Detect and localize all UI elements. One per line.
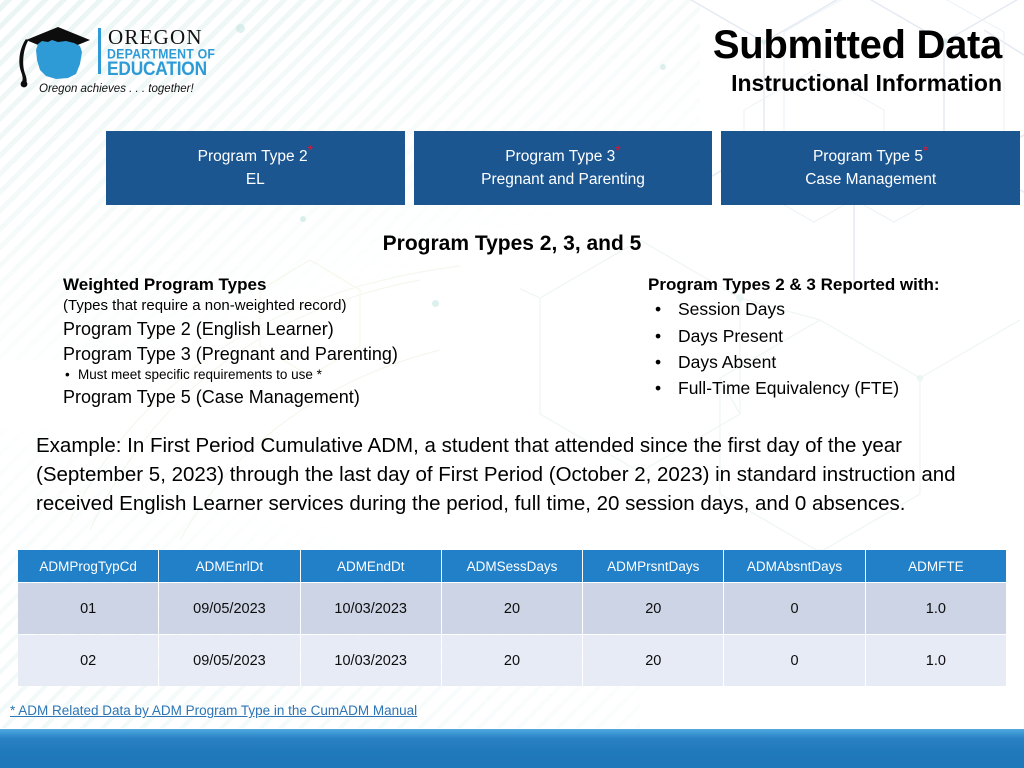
program-type-2-card-detail: EL <box>245 170 265 188</box>
table-cell: 10/03/2023 <box>300 583 441 634</box>
program-type-3-line: Program Type 3 (Pregnant and Parenting) <box>63 343 398 364</box>
cumadm-manual-link[interactable]: * ADM Related Data by ADM Program Type i… <box>10 703 417 718</box>
table-cell: 09/05/2023 <box>159 583 300 634</box>
program-type-3-card-label: Program Type 3 <box>505 148 616 165</box>
logo-divider <box>98 28 101 74</box>
column-header-admenrldt: ADMEnrlDt <box>159 550 300 582</box>
column-header-admfte: ADMFTE <box>865 550 1006 582</box>
program-type-3-requirement-note: Must meet specific requirements to use * <box>63 366 633 384</box>
page-title: Submitted Data <box>712 23 1002 67</box>
asterisk-marker: * <box>615 141 621 158</box>
program-type-3-card[interactable]: Program Type 3* Pregnant and Parenting <box>413 131 713 205</box>
table-row: 01 09/05/2023 10/03/2023 20 20 0 1.0 <box>18 583 1006 634</box>
reported-with-column: Program Types 2 & 3 Reported with: Sessi… <box>648 274 1024 402</box>
reported-with-item: Days Present <box>648 323 1024 350</box>
program-type-3-card-detail: Pregnant and Parenting <box>481 170 645 188</box>
table-cell: 10/03/2023 <box>300 635 441 686</box>
table-cell: 1.0 <box>865 583 1006 634</box>
table-cell: 20 <box>441 635 583 686</box>
column-header-admprsntdays: ADMPrsntDays <box>583 550 724 582</box>
column-header-admenddt: ADMEndDt <box>300 550 441 582</box>
title-block: Submitted Data Instructional Information <box>713 24 1002 98</box>
table-row: 02 09/05/2023 10/03/2023 20 20 0 1.0 <box>18 635 1006 686</box>
table-cell: 0 <box>724 635 865 686</box>
oregon-department-of-education-logo: OREGON DEPARTMENT OF EDUCATION Oregon ac… <box>19 25 215 95</box>
table-cell: 20 <box>583 635 724 686</box>
program-type-card-row: Program Type 2* EL Program Type 3* Pregn… <box>106 131 1021 205</box>
table-cell: 0 <box>724 583 865 634</box>
program-type-5-card-label: Program Type 5 <box>812 148 923 165</box>
reported-with-heading: Program Types 2 & 3 Reported with: <box>648 275 940 294</box>
table-cell: 02 <box>18 635 159 686</box>
logo-tagline: Oregon achieves . . . together! <box>39 83 195 95</box>
example-paragraph: Example: In First Period Cumulative ADM,… <box>36 434 956 516</box>
table-cell: 09/05/2023 <box>159 635 300 686</box>
program-type-3-card-title: Program Type 3* <box>505 143 620 165</box>
asterisk-marker: * <box>922 141 929 158</box>
asterisk-marker: * <box>307 141 314 158</box>
reported-with-item: Session Days <box>648 296 1024 323</box>
bottom-accent-bar <box>0 729 1024 768</box>
program-type-5-line: Program Type 5 (Case Management) <box>63 386 360 407</box>
weighted-program-types-note: (Types that require a non-weighted recor… <box>63 297 347 315</box>
column-header-admsessdays: ADMSessDays <box>441 550 583 582</box>
logo-education-text: EDUCATION <box>107 57 207 79</box>
weighted-program-types-column: Weighted Program Types (Types that requi… <box>63 274 633 409</box>
table-cell: 20 <box>583 583 724 634</box>
adm-data-table: ADMProgTypCd ADMEnrlDt ADMEndDt ADMSessD… <box>17 549 1007 687</box>
program-type-5-card-detail: Case Management <box>805 170 937 188</box>
table-header-row: ADMProgTypCd ADMEnrlDt ADMEndDt ADMSessD… <box>18 550 1006 582</box>
weighted-program-types-heading: Weighted Program Types <box>63 275 267 294</box>
column-header-admabsntdays: ADMAbsntDays <box>724 550 865 582</box>
program-type-2-card[interactable]: Program Type 2* EL <box>106 131 405 205</box>
program-type-2-card-label: Program Type 2 <box>197 148 308 165</box>
page-subtitle: Instructional Information <box>731 70 1002 96</box>
table-cell: 1.0 <box>865 635 1006 686</box>
table-cell: 01 <box>18 583 159 634</box>
reported-with-item: Days Absent <box>648 349 1024 376</box>
slide-canvas: OREGON DEPARTMENT OF EDUCATION Oregon ac… <box>0 0 1024 768</box>
program-type-2-line: Program Type 2 (English Learner) <box>63 318 334 339</box>
oregon-state-shape <box>36 40 82 79</box>
column-header-admprogtypcd: ADMProgTypCd <box>18 550 159 582</box>
program-type-5-card-title: Program Type 5* <box>812 143 928 165</box>
program-type-5-card[interactable]: Program Type 5* Case Management <box>721 131 1021 205</box>
table-cell: 20 <box>441 583 583 634</box>
section-heading: Program Types 2, 3, and 5 <box>382 232 642 255</box>
program-type-2-card-title: Program Type 2* <box>197 143 313 165</box>
reported-with-item: Full-Time Equivalency (FTE) <box>648 375 1024 402</box>
